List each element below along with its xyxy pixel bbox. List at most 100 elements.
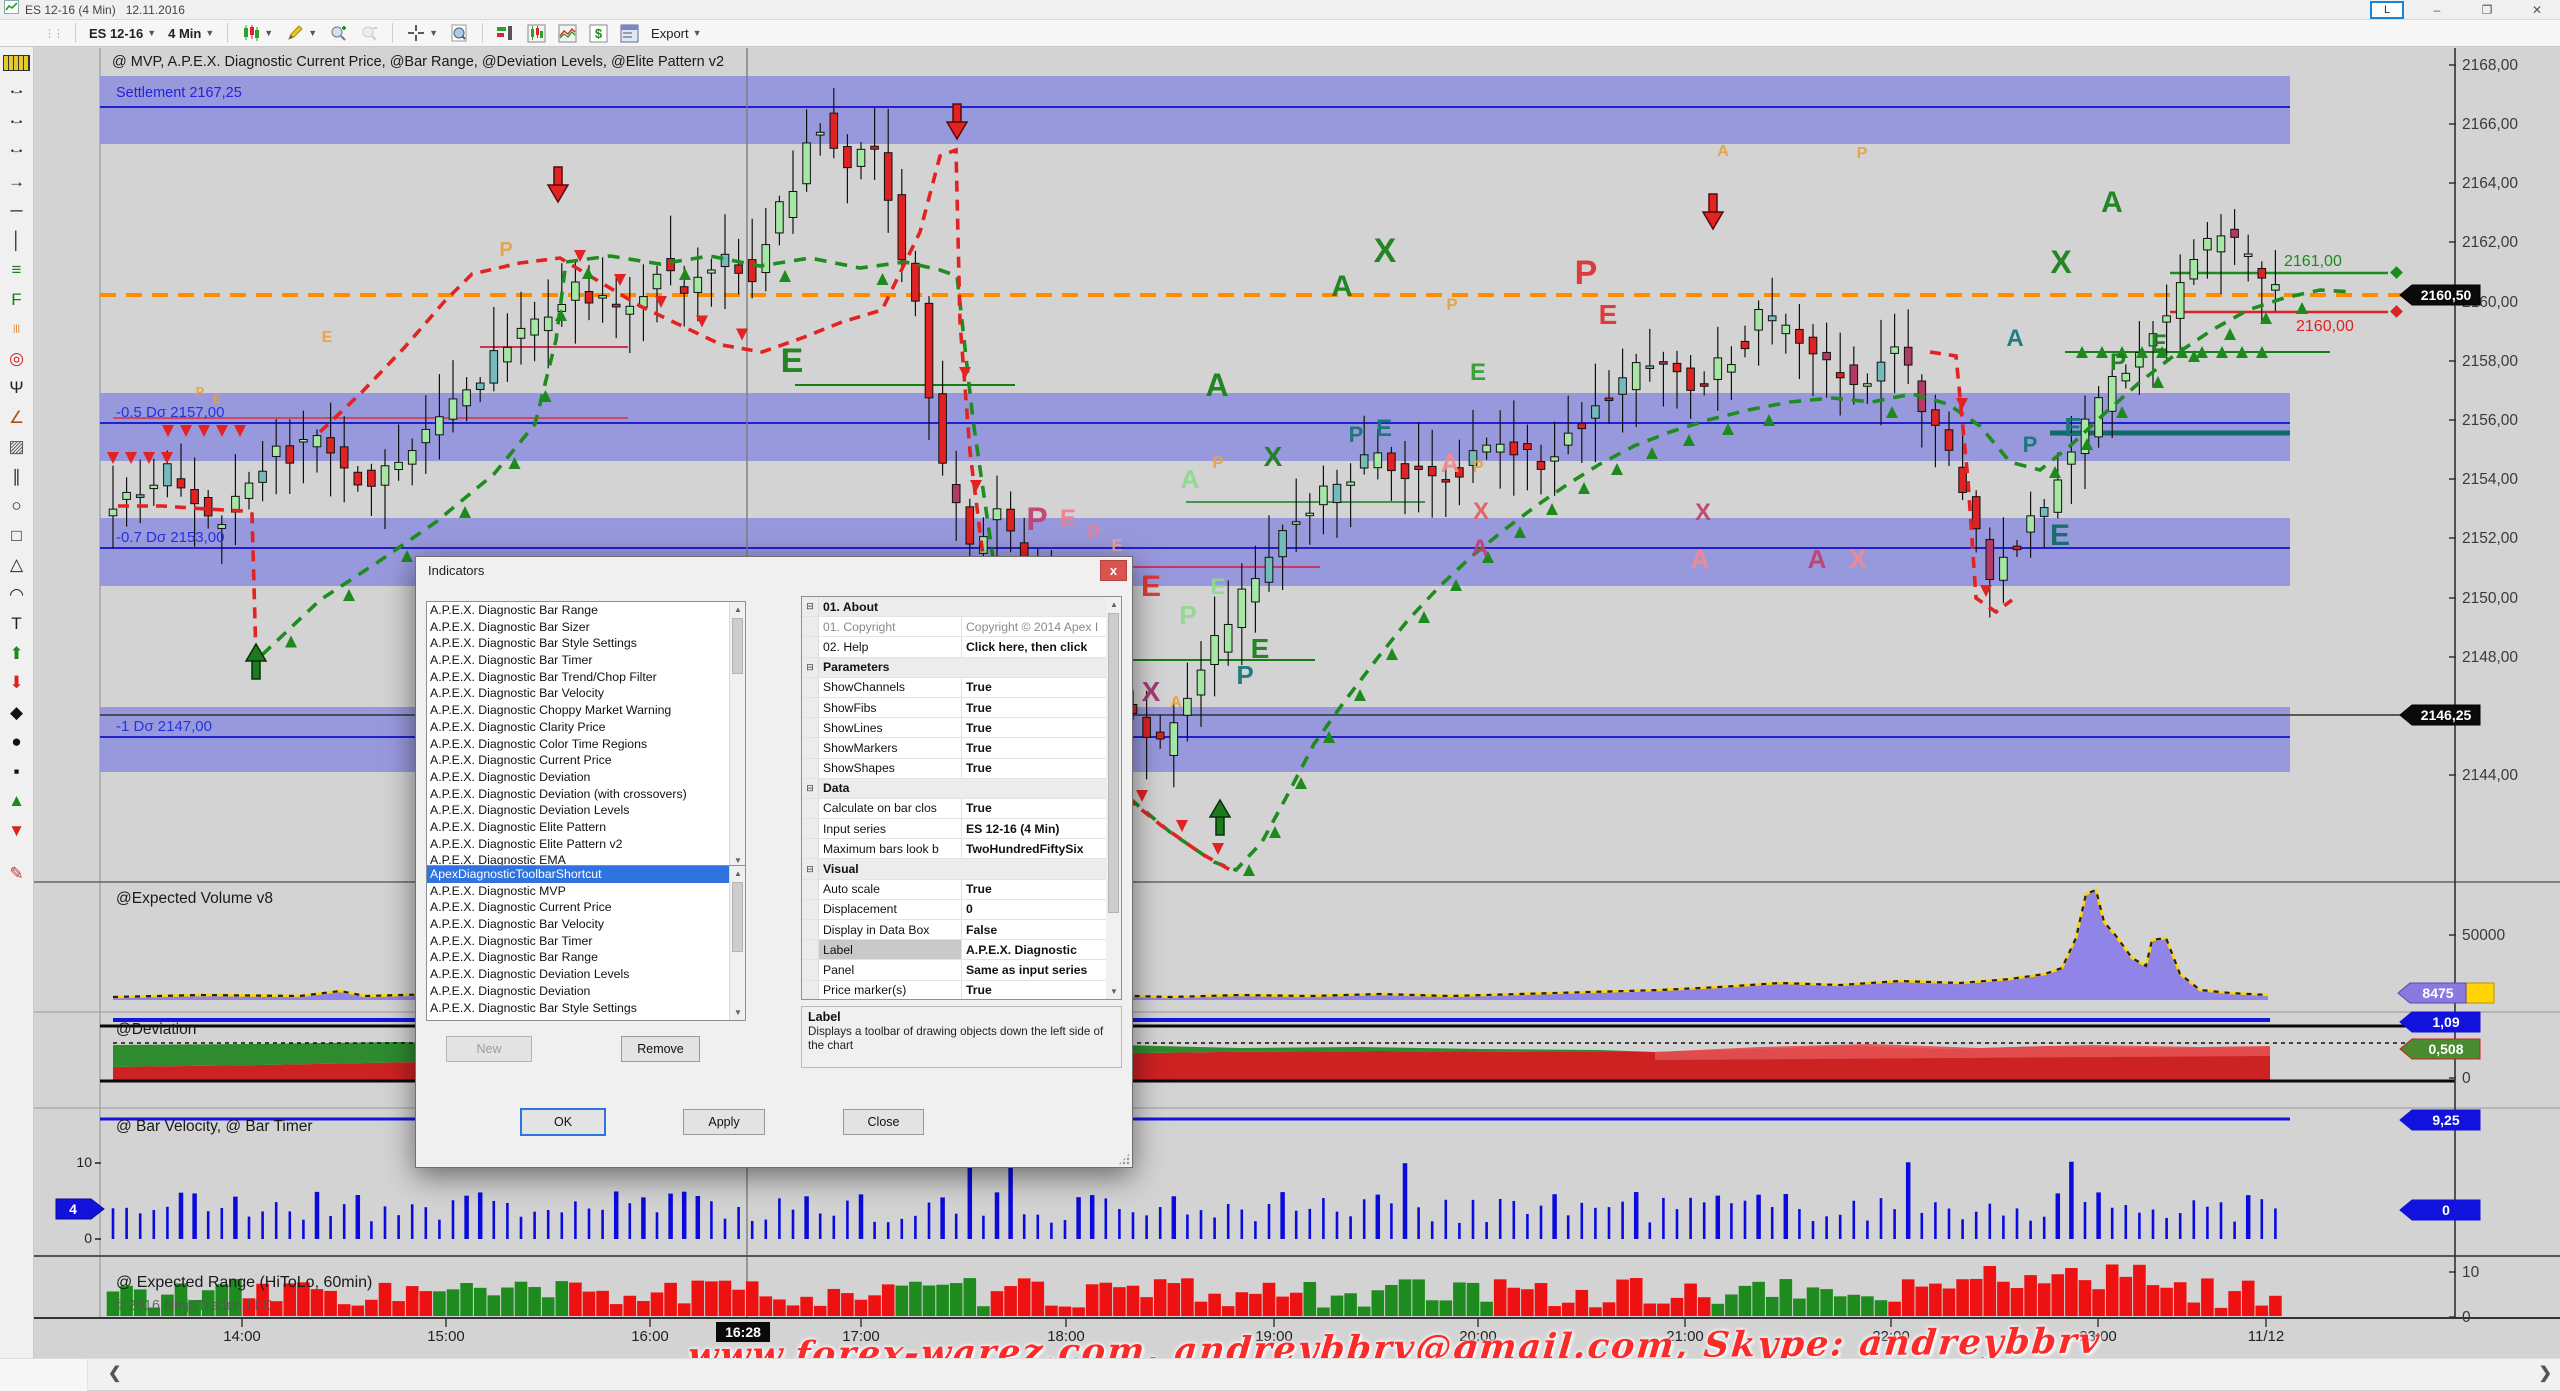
dialog-close-button[interactable]: x: [1100, 560, 1127, 581]
list-item[interactable]: A.P.E.X. Diagnostic Deviation: [427, 769, 745, 786]
list-item[interactable]: A.P.E.X. Diagnostic Clarity Price: [427, 719, 745, 736]
scroll-up-icon[interactable]: ▲: [730, 866, 746, 881]
list-item[interactable]: A.P.E.X. Diagnostic Bar Sizer: [427, 619, 745, 636]
triangle-tool[interactable]: △: [3, 552, 30, 578]
scroll-down-icon[interactable]: ▼: [730, 1005, 746, 1020]
pitchfork-tool[interactable]: Ψ: [3, 375, 30, 401]
fib-extension-tool[interactable]: F: [3, 286, 30, 312]
available-indicators-list[interactable]: A.P.E.X. Diagnostic Bar RangeA.P.E.X. Di…: [426, 601, 746, 869]
list-item[interactable]: A.P.E.X. Diagnostic Deviation Levels: [427, 802, 745, 819]
link-button[interactable]: L: [2370, 1, 2404, 19]
list-item[interactable]: A.P.E.X. Diagnostic Bar Style Settings: [427, 635, 745, 652]
property-row[interactable]: ShowMarkersTrue: [802, 738, 1121, 758]
instrument-selector[interactable]: ES 12-16▼: [83, 24, 162, 43]
property-row[interactable]: ShowShapesTrue: [802, 759, 1121, 779]
arrow-line-tool[interactable]: →: [3, 168, 30, 194]
property-row[interactable]: ShowLinesTrue: [802, 718, 1121, 738]
parallel-lines-tool[interactable]: ∥: [3, 463, 30, 489]
fundamental-data-button[interactable]: $: [583, 22, 614, 45]
arrow-up-marker-tool[interactable]: ⬆: [3, 640, 30, 666]
scroll-up-icon[interactable]: ▲: [730, 602, 746, 617]
property-row[interactable]: PanelSame as input series: [802, 960, 1121, 980]
list-item[interactable]: A.P.E.X. Diagnostic Current Price: [427, 899, 745, 916]
ray-tool[interactable]: •–•: [3, 109, 30, 135]
scroll-left-icon[interactable]: ❮: [108, 1363, 121, 1383]
ellipse-tool[interactable]: ○: [3, 493, 30, 519]
drawing-tools-button[interactable]: ▼: [279, 22, 323, 45]
scroll-down-icon[interactable]: ▼: [1106, 984, 1122, 999]
extended-line-tool[interactable]: •–•: [3, 139, 30, 165]
list-item[interactable]: A.P.E.X. Diagnostic Deviation Levels: [427, 966, 745, 983]
market-analyzer-button[interactable]: [490, 22, 521, 45]
property-row[interactable]: 01. CopyrightCopyright © 2014 Apex I: [802, 617, 1121, 637]
cursor-mode-button[interactable]: ▼: [400, 22, 444, 45]
list-item[interactable]: A.P.E.X. Diagnostic Bar Velocity: [427, 916, 745, 933]
property-row[interactable]: Price marker(s)True: [802, 981, 1121, 1000]
list-item[interactable]: A.P.E.X. Diagnostic Choppy Market Warnin…: [427, 702, 745, 719]
list-item[interactable]: A.P.E.X. Diagnostic Elite Pattern v2: [427, 836, 745, 853]
text-tool[interactable]: T: [3, 611, 30, 637]
minimize-button[interactable]: –: [2420, 2, 2454, 19]
zoom-out-button[interactable]: [354, 22, 385, 45]
list-item[interactable]: A.P.E.X. Diagnostic Deviation (with cros…: [427, 786, 745, 803]
ok-button[interactable]: OK: [521, 1109, 605, 1135]
triangle-down-marker-tool[interactable]: ▼: [3, 817, 30, 843]
rectangle-tool[interactable]: □: [3, 522, 30, 548]
scroll-thumb[interactable]: [732, 618, 743, 674]
dot-marker-tool[interactable]: ●: [3, 729, 30, 755]
line-chart-button[interactable]: [552, 22, 583, 45]
close-dialog-button[interactable]: Close: [843, 1109, 924, 1135]
fib-retracement-tool[interactable]: ≡: [3, 257, 30, 283]
list-item[interactable]: A.P.E.X. Diagnostic Bar Style Settings: [427, 1000, 745, 1017]
chart-style-button[interactable]: ▼: [235, 22, 279, 45]
arrow-down-marker-tool[interactable]: ⬇: [3, 670, 30, 696]
list-item[interactable]: A.P.E.X. Diagnostic Bar Timer: [427, 652, 745, 669]
property-row[interactable]: Input seriesES 12-16 (4 Min): [802, 819, 1121, 839]
property-group-header[interactable]: ⊟ 01. About: [802, 597, 1121, 617]
scroll-thumb[interactable]: [732, 882, 743, 952]
vertical-line-tool[interactable]: │: [3, 227, 30, 253]
list-item[interactable]: A.P.E.X. Diagnostic Bar Timer: [427, 933, 745, 950]
interval-selector[interactable]: 4 Min▼: [162, 24, 220, 43]
zoom-in-button[interactable]: [323, 22, 354, 45]
property-row[interactable]: Displacement0: [802, 900, 1121, 920]
property-row[interactable]: Calculate on bar closTrue: [802, 799, 1121, 819]
list-scrollbar[interactable]: ▲ ▼: [729, 866, 745, 1020]
chart-zoom-window-button[interactable]: [444, 22, 475, 45]
fib-time-tool[interactable]: |||: [3, 316, 30, 342]
scroll-up-icon[interactable]: ▲: [1106, 597, 1122, 612]
scroll-right-icon[interactable]: ❯: [2539, 1363, 2552, 1383]
list-item[interactable]: A.P.E.X. Diagnostic Deviation: [427, 983, 745, 1000]
list-item[interactable]: A.P.E.X. Diagnostic Current Price: [427, 752, 745, 769]
ruler-tool[interactable]: [3, 55, 30, 71]
configured-indicators-list[interactable]: ApexDiagnosticToolbarShortcut A.P.E.X. Di…: [426, 865, 746, 1021]
toolbar-grip[interactable]: ⋮⋮: [44, 27, 62, 40]
property-grid-scrollbar[interactable]: ▲ ▼: [1106, 597, 1121, 999]
horizontal-line-tool[interactable]: ─: [3, 198, 30, 224]
property-row[interactable]: Maximum bars look bTwoHundredFiftySix: [802, 839, 1121, 859]
property-row[interactable]: Auto scaleTrue: [802, 880, 1121, 900]
export-button[interactable]: Export ▼: [645, 24, 708, 43]
property-row[interactable]: ShowFibsTrue: [802, 698, 1121, 718]
property-row[interactable]: ShowChannelsTrue: [802, 678, 1121, 698]
chart-window-button[interactable]: [521, 22, 552, 45]
diamond-marker-tool[interactable]: ◆: [3, 699, 30, 725]
scroll-thumb[interactable]: [1108, 613, 1119, 913]
gann-fan-tool[interactable]: ∠: [3, 404, 30, 430]
square-marker-tool[interactable]: ▪: [3, 758, 30, 784]
collapse-icon[interactable]: ⊟: [802, 658, 819, 677]
apply-button[interactable]: Apply: [683, 1109, 765, 1135]
list-item[interactable]: A.P.E.X. Diagnostic Bar Velocity: [427, 685, 745, 702]
property-row[interactable]: Display in Data BoxFalse: [802, 920, 1121, 940]
list-scrollbar[interactable]: ▲ ▼: [729, 602, 745, 868]
segment-tool[interactable]: •–•: [3, 80, 30, 106]
list-item[interactable]: A.P.E.X. Diagnostic Bar Trend/Chop Filte…: [427, 669, 745, 686]
property-row[interactable]: 02. HelpClick here, then click: [802, 637, 1121, 657]
property-group-header[interactable]: ⊟ Visual: [802, 859, 1121, 879]
hatch-channel-tool[interactable]: ▨: [3, 434, 30, 460]
list-item[interactable]: ApexDiagnosticToolbarShortcut: [427, 866, 745, 883]
close-button[interactable]: ✕: [2520, 2, 2554, 19]
property-group-header[interactable]: ⊟ Data: [802, 779, 1121, 799]
remove-button[interactable]: Remove: [621, 1036, 700, 1062]
chart-canvas[interactable]: PEPEEPEPEEXAAAPEPPEXAXPEPEAPXAPEAAXXAPAA…: [0, 0, 2560, 1390]
